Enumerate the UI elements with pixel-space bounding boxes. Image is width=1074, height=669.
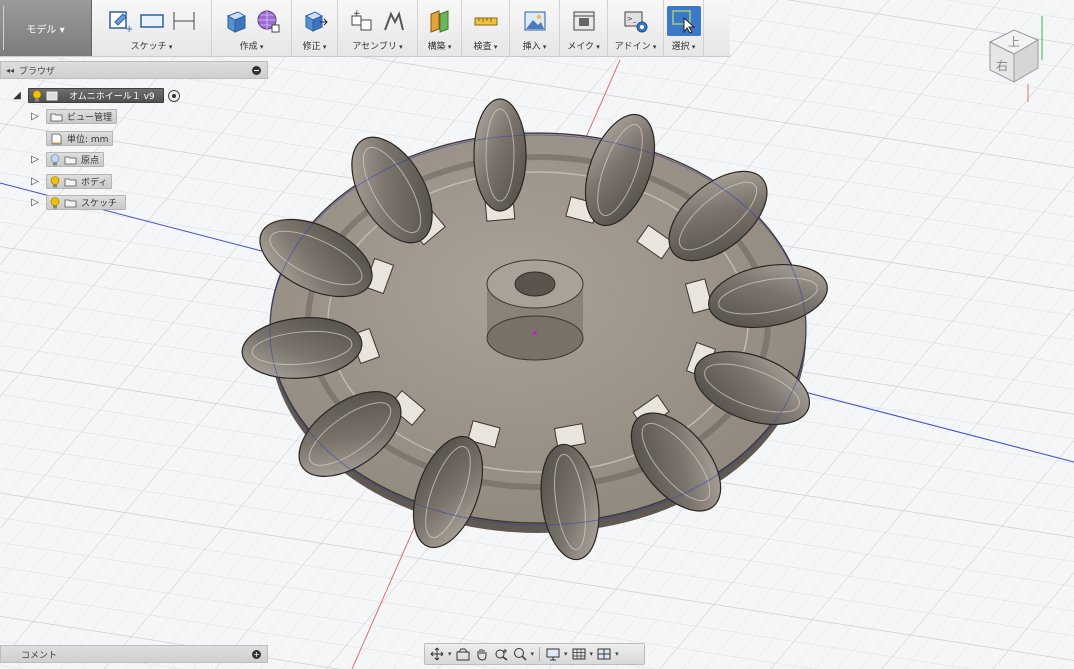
tree-item-chip[interactable]: ビュー管理	[46, 109, 118, 124]
folder-icon	[64, 199, 77, 207]
toolbar-group-make[interactable]: メイク	[560, 0, 608, 56]
browser-item-bodies[interactable]: ▷ ボディ	[30, 173, 113, 190]
component-icon	[46, 91, 58, 100]
toolbar-group-create[interactable]: 作成	[212, 0, 292, 56]
expand-arrow-icon[interactable]: ▷	[30, 111, 40, 122]
modify-menu-label[interactable]: 修正	[303, 39, 327, 52]
comments-panel-header[interactable]: コメント +	[0, 645, 268, 663]
tree-item-label: ボディ	[81, 178, 108, 188]
toolbar-group-select[interactable]: 選択	[664, 0, 704, 56]
visibility-bulb-icon[interactable]	[32, 89, 42, 102]
collapse-panel-icon[interactable]: ◂◂	[1, 66, 19, 75]
tree-item-chip[interactable]: スケッチ	[46, 195, 127, 210]
workspace-mode-button[interactable]: モデル ▾	[0, 0, 92, 56]
view-cube-front-label: 右	[996, 58, 1008, 73]
toolbar-group-sketch[interactable]: + スケッチ	[92, 0, 212, 56]
rectangle-icon[interactable]	[139, 8, 165, 34]
nav-separator	[539, 647, 541, 661]
document-icon	[51, 133, 62, 144]
insert-image-icon[interactable]	[522, 8, 548, 34]
orbit-icon[interactable]	[429, 647, 445, 661]
browser-root-node[interactable]: ◢ オムニホイール１ v9	[12, 87, 180, 104]
toolbar-group-addins[interactable]: >_ アドイン	[608, 0, 664, 56]
measure-icon[interactable]	[473, 8, 499, 34]
browser-item-origin[interactable]: ▷ 原点	[30, 151, 105, 168]
create-menu-label[interactable]: 作成	[240, 39, 264, 52]
make-menu-label[interactable]: メイク	[567, 39, 600, 52]
select-cursor-icon[interactable]	[671, 8, 697, 34]
zoom-dropdown-icon[interactable]: ▾	[531, 650, 535, 658]
pan-hand-icon[interactable]	[474, 647, 490, 661]
tree-item-label: ビュー管理	[67, 113, 113, 123]
view-cube[interactable]: 上 右	[980, 12, 1070, 102]
tree-item-label: スケッチ	[81, 199, 118, 209]
tree-item-chip[interactable]: ボディ	[46, 174, 113, 189]
browser-panel-header[interactable]: ◂◂ ブラウザ	[0, 61, 268, 79]
assemble-menu-label[interactable]: アセンブリ	[352, 39, 402, 52]
browser-item-sketches[interactable]: ▷ スケッチ	[30, 194, 127, 211]
sketch-menu-label[interactable]: スケッチ	[131, 39, 173, 52]
toolbar-group-modify[interactable]: 修正	[292, 0, 338, 56]
construct-menu-label[interactable]: 構築	[428, 39, 452, 52]
navigation-bar: ▾ ▾ ▾ ▾ ▾	[424, 643, 645, 665]
scripts-addins-icon[interactable]: >_	[623, 8, 649, 34]
fit-zoom-icon[interactable]	[512, 647, 528, 661]
new-component-icon[interactable]: +	[349, 8, 375, 34]
add-comment-icon[interactable]: +	[252, 649, 261, 659]
svg-text:+: +	[125, 24, 133, 34]
browser-item-view-management[interactable]: ▷ ビュー管理	[30, 108, 118, 125]
viewports-dropdown-icon[interactable]: ▾	[615, 650, 619, 658]
svg-text:+: +	[353, 9, 361, 19]
browser-item-units[interactable]: 単位: mm	[46, 130, 114, 147]
grid-dropdown-icon[interactable]: ▾	[590, 650, 594, 658]
expand-arrow-icon[interactable]: ▷	[30, 176, 40, 187]
addins-menu-label[interactable]: アドイン	[615, 39, 657, 52]
form-icon[interactable]	[255, 8, 281, 34]
orbit-dropdown-icon[interactable]: ▾	[448, 650, 452, 658]
hidden-bulb-icon[interactable]	[50, 153, 60, 166]
tree-item-label: 原点	[81, 156, 100, 166]
main-toolbar: モデル ▾ + スケッチ 作成 修正 + アセンブリ 構築	[0, 0, 730, 57]
comments-title: コメント	[21, 650, 58, 661]
visibility-bulb-icon[interactable]	[50, 175, 60, 188]
browser-title: ブラウザ	[19, 66, 56, 77]
toolbar-group-assemble[interactable]: + アセンブリ	[338, 0, 418, 56]
root-component-chip[interactable]: オムニホイール１ v9	[28, 88, 164, 103]
select-menu-label[interactable]: 選択	[672, 39, 696, 52]
zoom-icon[interactable]	[493, 647, 509, 661]
offset-plane-icon[interactable]	[427, 8, 453, 34]
activate-component-radio[interactable]	[167, 89, 180, 102]
expand-arrow-icon[interactable]: ▷	[30, 197, 40, 208]
display-dropdown-icon[interactable]: ▾	[564, 650, 568, 658]
toolbar-group-construct[interactable]: 構築	[418, 0, 462, 56]
folder-icon	[50, 113, 63, 121]
display-settings-icon[interactable]	[545, 647, 561, 661]
panel-minimize-icon[interactable]	[252, 65, 261, 75]
look-at-icon[interactable]	[455, 647, 471, 661]
visibility-bulb-icon[interactable]	[50, 196, 60, 209]
press-pull-icon[interactable]	[302, 8, 328, 34]
toolbar-group-insert[interactable]: 挿入	[510, 0, 560, 56]
insert-menu-label[interactable]: 挿入	[523, 39, 547, 52]
tree-item-label: 単位: mm	[67, 135, 109, 145]
expand-arrow-icon[interactable]: ◢	[12, 90, 22, 101]
joint-icon[interactable]	[381, 8, 407, 34]
inspect-menu-label[interactable]: 検査	[474, 39, 498, 52]
tree-item-chip[interactable]: 原点	[46, 152, 105, 167]
tree-item-chip[interactable]: 単位: mm	[46, 131, 114, 146]
dimension-icon[interactable]	[171, 8, 197, 34]
toolbar-group-inspect[interactable]: 検査	[462, 0, 510, 56]
create-sketch-icon[interactable]: +	[107, 8, 133, 34]
view-cube-top-label: 上	[1008, 35, 1020, 49]
root-component-label: オムニホイール１ v9	[69, 92, 155, 102]
svg-text:>_: >_	[627, 15, 637, 23]
viewports-icon[interactable]	[596, 647, 612, 661]
3d-print-icon[interactable]	[571, 8, 597, 34]
folder-icon	[64, 178, 77, 186]
grid-snap-icon[interactable]	[571, 647, 587, 661]
folder-icon	[64, 156, 77, 164]
expand-arrow-icon[interactable]: ▷	[30, 154, 40, 165]
extrude-icon[interactable]	[223, 8, 249, 34]
